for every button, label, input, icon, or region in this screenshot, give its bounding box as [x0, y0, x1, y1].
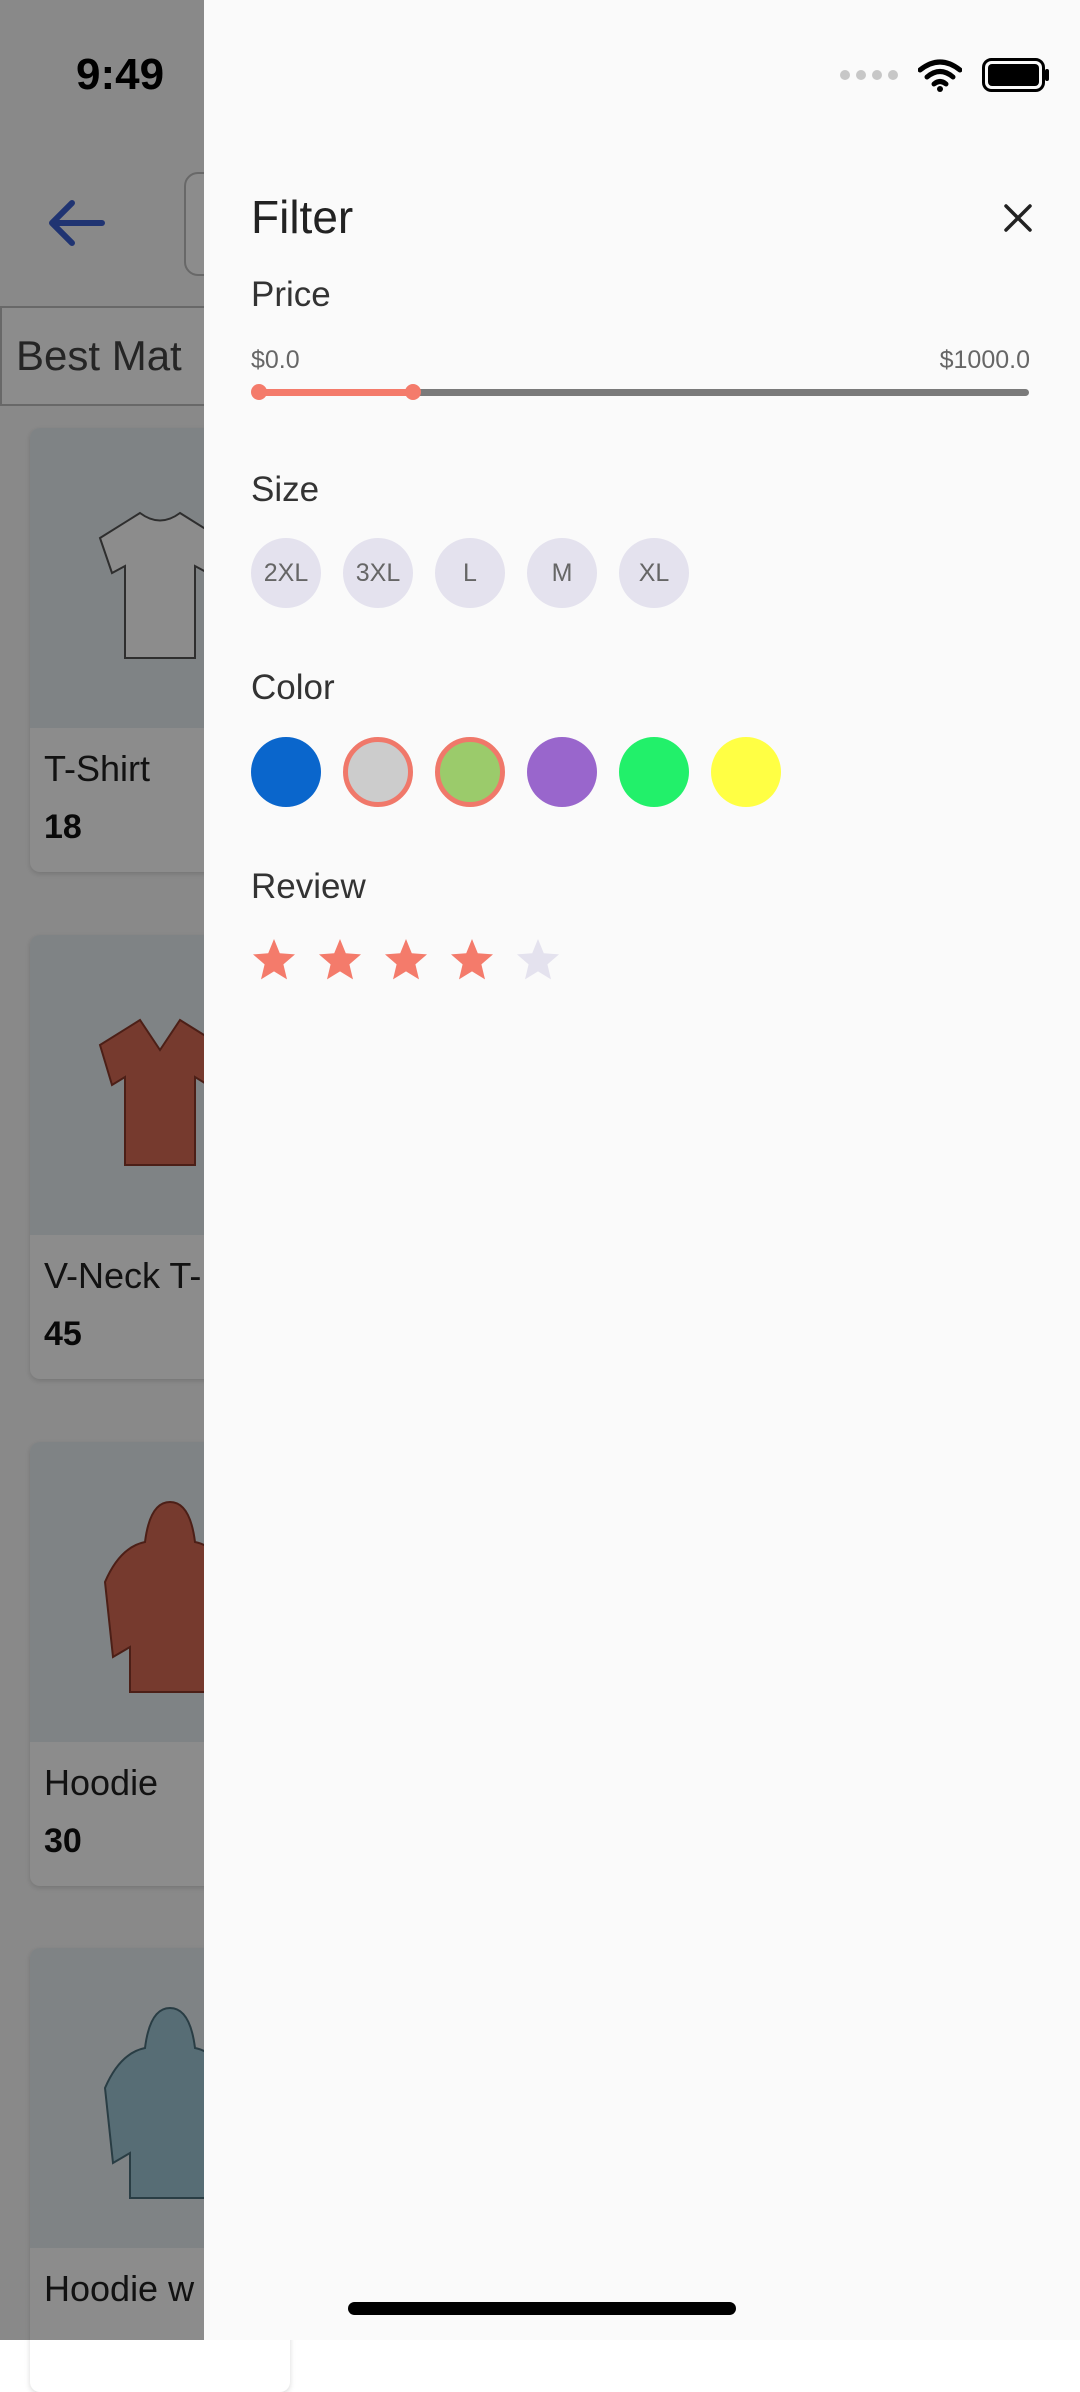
color-swatch-yellow[interactable] [711, 737, 781, 807]
filter-title: Filter [251, 191, 354, 243]
slider-max-handle[interactable] [405, 384, 421, 400]
price-max-value: $1000.0 [939, 346, 1030, 374]
size-chip-2xl[interactable]: 2XL [251, 538, 321, 608]
color-swatch-purple[interactable] [527, 737, 597, 807]
size-chip-m[interactable]: M [527, 538, 597, 608]
star-icon[interactable] [316, 936, 364, 984]
color-swatch-green[interactable] [619, 737, 689, 807]
status-icons [840, 58, 1050, 92]
color-swatch-grey[interactable] [343, 737, 413, 807]
star-icon[interactable] [382, 936, 430, 984]
size-label: Size [251, 470, 320, 509]
star-icon[interactable] [250, 936, 298, 984]
size-chip-l[interactable]: L [435, 538, 505, 608]
battery-icon [982, 58, 1049, 92]
filter-drawer: Filter Price $0.0 $1000.0 Size 2XL 3XL L… [204, 0, 1080, 2340]
wifi-icon [918, 59, 962, 92]
size-chip-xl[interactable]: XL [619, 538, 689, 608]
color-label: Color [251, 668, 335, 707]
price-min-value: $0.0 [251, 346, 300, 374]
price-range-slider[interactable] [251, 384, 1029, 400]
slider-range-fill [259, 389, 413, 396]
star-icon[interactable] [448, 936, 496, 984]
size-chip-3xl[interactable]: 3XL [343, 538, 413, 608]
color-swatch-blue[interactable] [251, 737, 321, 807]
color-swatch-olive[interactable] [435, 737, 505, 807]
review-label: Review [251, 867, 366, 906]
signal-icon [840, 70, 898, 80]
home-indicator [348, 2302, 736, 2315]
slider-min-handle[interactable] [251, 384, 267, 400]
price-label: Price [251, 275, 331, 314]
close-icon[interactable] [996, 196, 1040, 240]
star-icon[interactable] [514, 936, 562, 984]
